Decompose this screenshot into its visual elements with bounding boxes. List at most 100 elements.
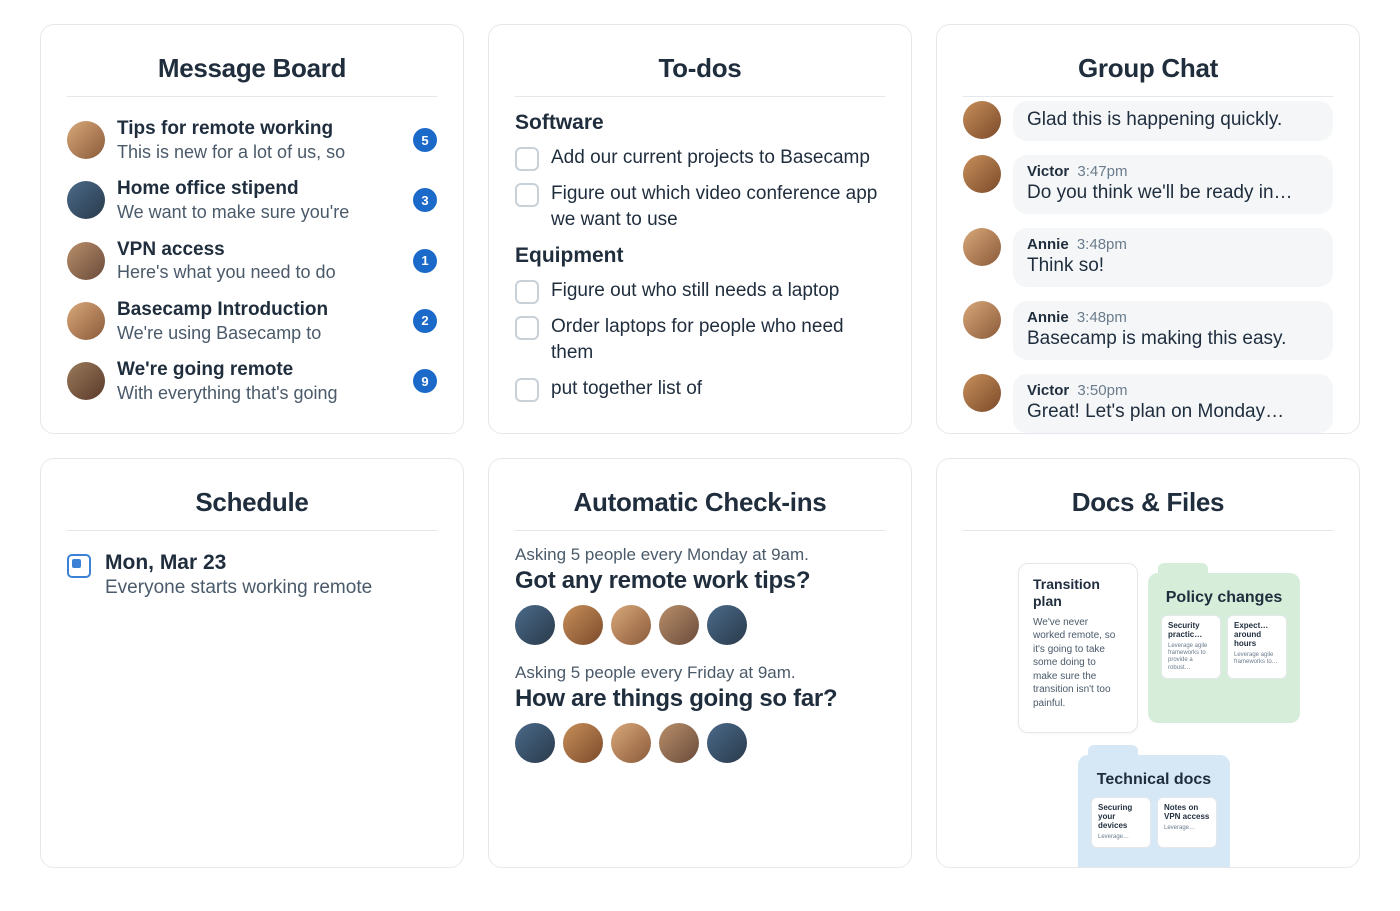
chat-message[interactable]: Annie 3:48pm Think so! xyxy=(963,228,1333,287)
doc-thumbnail[interactable]: Transition plan We've never worked remot… xyxy=(1018,563,1138,733)
message-preview: We want to make sure you're xyxy=(117,201,401,224)
message-item[interactable]: VPN access Here's what you need to do 1 xyxy=(67,232,437,292)
todos-card[interactable]: To-dos Software Add our current projects… xyxy=(488,24,912,434)
chat-author: Victor xyxy=(1027,163,1069,180)
mini-doc-title: Security practic… xyxy=(1168,622,1214,640)
checkin-item[interactable]: Asking 5 people every Friday at 9am. How… xyxy=(515,663,885,763)
chat-bubble: Victor 3:47pm Do you think we'll be read… xyxy=(1013,155,1333,214)
message-preview: With everything that's going xyxy=(117,382,401,405)
todo-item[interactable]: put together list of xyxy=(515,372,885,408)
avatar[interactable] xyxy=(611,723,651,763)
chat-message[interactable]: Victor 3:47pm Do you think we'll be read… xyxy=(963,155,1333,214)
todo-item[interactable]: Figure out who still needs a laptop xyxy=(515,274,885,310)
card-grid: Message Board Tips for remote working Th… xyxy=(0,0,1400,892)
avatar xyxy=(67,121,105,159)
checkbox-icon[interactable] xyxy=(515,316,539,340)
chat-body: Glad this is happening quickly. xyxy=(1027,109,1319,131)
avatar[interactable] xyxy=(515,605,555,645)
docs-files-card[interactable]: Docs & Files Transition plan We've never… xyxy=(936,458,1360,868)
message-item[interactable]: Home office stipend We want to make sure… xyxy=(67,171,437,231)
avatar xyxy=(963,155,1001,193)
unread-badge: 3 xyxy=(413,188,437,212)
message-item[interactable]: Basecamp Introduction We're using Baseca… xyxy=(67,292,437,352)
folder-thumbnail[interactable]: Policy changes Security practic… Leverag… xyxy=(1148,573,1300,723)
todo-text: put together list of xyxy=(551,376,702,402)
unread-badge: 9 xyxy=(413,369,437,393)
chat-bubble: Glad this is happening quickly. xyxy=(1013,101,1333,141)
message-text: Home office stipend We want to make sure… xyxy=(117,177,401,223)
avatar xyxy=(963,374,1001,412)
checkbox-icon[interactable] xyxy=(515,147,539,171)
message-title: We're going remote xyxy=(117,358,401,382)
chat-author: Victor xyxy=(1027,382,1069,399)
avatar[interactable] xyxy=(659,723,699,763)
message-title: VPN access xyxy=(117,238,401,262)
mini-doc-body: Leverage… xyxy=(1098,834,1144,841)
avatar[interactable] xyxy=(515,723,555,763)
avatar-row xyxy=(515,723,885,763)
mini-doc-title: Notes on VPN access xyxy=(1164,804,1210,822)
schedule-event[interactable]: Mon, Mar 23 Everyone starts working remo… xyxy=(67,545,437,601)
checkins-card[interactable]: Automatic Check-ins Asking 5 people ever… xyxy=(488,458,912,868)
mini-docs: Securing your devices Leverage… Notes on… xyxy=(1088,797,1220,848)
message-item[interactable]: We're going remote With everything that'… xyxy=(67,352,437,412)
divider xyxy=(963,96,1333,97)
chat-time: 3:48pm xyxy=(1077,309,1127,326)
checkbox-icon[interactable] xyxy=(515,378,539,402)
divider xyxy=(963,530,1333,531)
message-text: VPN access Here's what you need to do xyxy=(117,238,401,284)
todo-group: Equipment Figure out who still needs a l… xyxy=(515,244,885,407)
doc-body: We've never worked remote, so it's going… xyxy=(1033,616,1123,711)
message-text: We're going remote With everything that'… xyxy=(117,358,401,404)
divider xyxy=(67,96,437,97)
mini-doc-body: Leverage agile frameworks to provide a r… xyxy=(1168,643,1214,672)
chat-meta: Annie 3:48pm xyxy=(1027,236,1319,253)
calendar-icon xyxy=(67,554,91,578)
message-title: Basecamp Introduction xyxy=(117,298,401,322)
todo-group-title[interactable]: Software xyxy=(515,111,885,135)
todo-text: Add our current projects to Basecamp xyxy=(551,145,870,171)
todo-text: Figure out who still needs a laptop xyxy=(551,278,839,304)
mini-doc-body: Leverage agile frameworks to… xyxy=(1234,652,1280,666)
group-chat-card[interactable]: Group Chat Glad this is happening quickl… xyxy=(936,24,1360,434)
avatar[interactable] xyxy=(563,723,603,763)
unread-badge: 5 xyxy=(413,128,437,152)
card-title: Message Board xyxy=(67,53,437,84)
todo-item[interactable]: Order laptops for people who need them xyxy=(515,310,885,371)
chat-message[interactable]: Glad this is happening quickly. xyxy=(963,101,1333,141)
message-board-card[interactable]: Message Board Tips for remote working Th… xyxy=(40,24,464,434)
card-title: Docs & Files xyxy=(963,487,1333,518)
mini-doc: Expect… around hours Leverage agile fram… xyxy=(1227,615,1287,678)
chat-message[interactable]: Annie 3:48pm Basecamp is making this eas… xyxy=(963,301,1333,360)
avatar[interactable] xyxy=(659,605,699,645)
message-preview: This is new for a lot of us, so xyxy=(117,141,401,164)
avatar[interactable] xyxy=(707,605,747,645)
checkbox-icon[interactable] xyxy=(515,280,539,304)
chat-list: Glad this is happening quickly. Victor 3… xyxy=(963,101,1333,433)
card-title: To-dos xyxy=(515,53,885,84)
todo-text: Order laptops for people who need them xyxy=(551,314,885,365)
divider xyxy=(67,530,437,531)
checkin-item[interactable]: Asking 5 people every Monday at 9am. Got… xyxy=(515,545,885,645)
todo-text: Figure out which video conference app we… xyxy=(551,181,885,232)
avatar[interactable] xyxy=(611,605,651,645)
todo-group-title[interactable]: Equipment xyxy=(515,244,885,268)
chat-body: Basecamp is making this easy. xyxy=(1027,328,1319,350)
chat-author: Annie xyxy=(1027,236,1069,253)
todo-item[interactable]: Figure out which video conference app we… xyxy=(515,177,885,238)
avatar[interactable] xyxy=(707,723,747,763)
chat-message[interactable]: Victor 3:50pm Great! Let's plan on Monda… xyxy=(963,374,1333,433)
schedule-card[interactable]: Schedule Mon, Mar 23 Everyone starts wor… xyxy=(40,458,464,868)
avatar xyxy=(963,228,1001,266)
checkin-question: How are things going so far? xyxy=(515,685,885,713)
checkbox-icon[interactable] xyxy=(515,183,539,207)
divider xyxy=(515,96,885,97)
card-title: Automatic Check-ins xyxy=(515,487,885,518)
todo-item[interactable]: Add our current projects to Basecamp xyxy=(515,141,885,177)
mini-doc-body: Leverage… xyxy=(1164,825,1210,832)
avatar[interactable] xyxy=(563,605,603,645)
todo-group: Software Add our current projects to Bas… xyxy=(515,111,885,238)
folder-thumbnail[interactable]: Technical docs Securing your devices Lev… xyxy=(1078,755,1230,868)
chat-meta: Victor 3:50pm xyxy=(1027,382,1319,399)
message-item[interactable]: Tips for remote working This is new for … xyxy=(67,111,437,171)
